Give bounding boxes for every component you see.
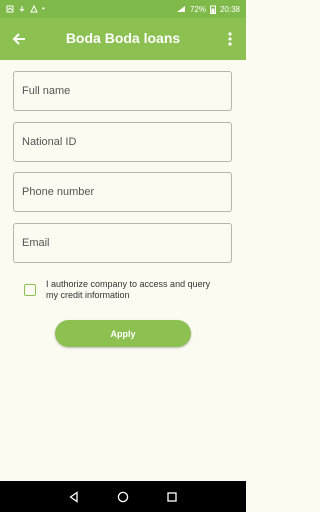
dot-icon: • — [42, 4, 45, 13]
overflow-menu-button[interactable] — [224, 30, 236, 48]
triangle-back-icon[interactable] — [68, 490, 80, 503]
email-input[interactable] — [22, 237, 231, 249]
square-recents-icon[interactable] — [166, 491, 178, 503]
national-id-field[interactable] — [13, 122, 232, 162]
status-icons-right: 72% 20:38 — [176, 5, 240, 14]
more-vert-icon — [228, 32, 232, 46]
battery-percent: 72% — [189, 4, 206, 14]
page-title: Boda Boda loans — [65, 30, 181, 46]
credit-consent: I authorize company to access and query … — [24, 279, 224, 301]
battery-icon — [209, 5, 216, 14]
notification-icon — [6, 5, 14, 13]
national-id-input[interactable] — [22, 136, 231, 148]
clock: 20:38 — [219, 4, 240, 14]
apply-button[interactable]: Apply — [55, 320, 191, 347]
warning-icon — [30, 5, 38, 13]
consent-checkbox[interactable] — [24, 284, 36, 296]
signal-icon — [176, 6, 185, 12]
phone-number-input[interactable] — [22, 186, 231, 198]
consent-label: I authorize company to access and query … — [46, 279, 211, 300]
status-bar: • 72% 20:38 — [0, 0, 246, 18]
download-icon — [19, 6, 25, 12]
full-name-input[interactable] — [22, 85, 231, 97]
full-name-field[interactable] — [13, 71, 232, 111]
phone-number-field[interactable] — [13, 172, 232, 212]
circle-home-icon[interactable] — [117, 491, 129, 503]
system-nav-bar — [0, 481, 246, 512]
email-field[interactable] — [13, 223, 232, 263]
status-icons-left: • — [6, 5, 45, 13]
app-bar: Boda Boda loans — [0, 18, 246, 60]
